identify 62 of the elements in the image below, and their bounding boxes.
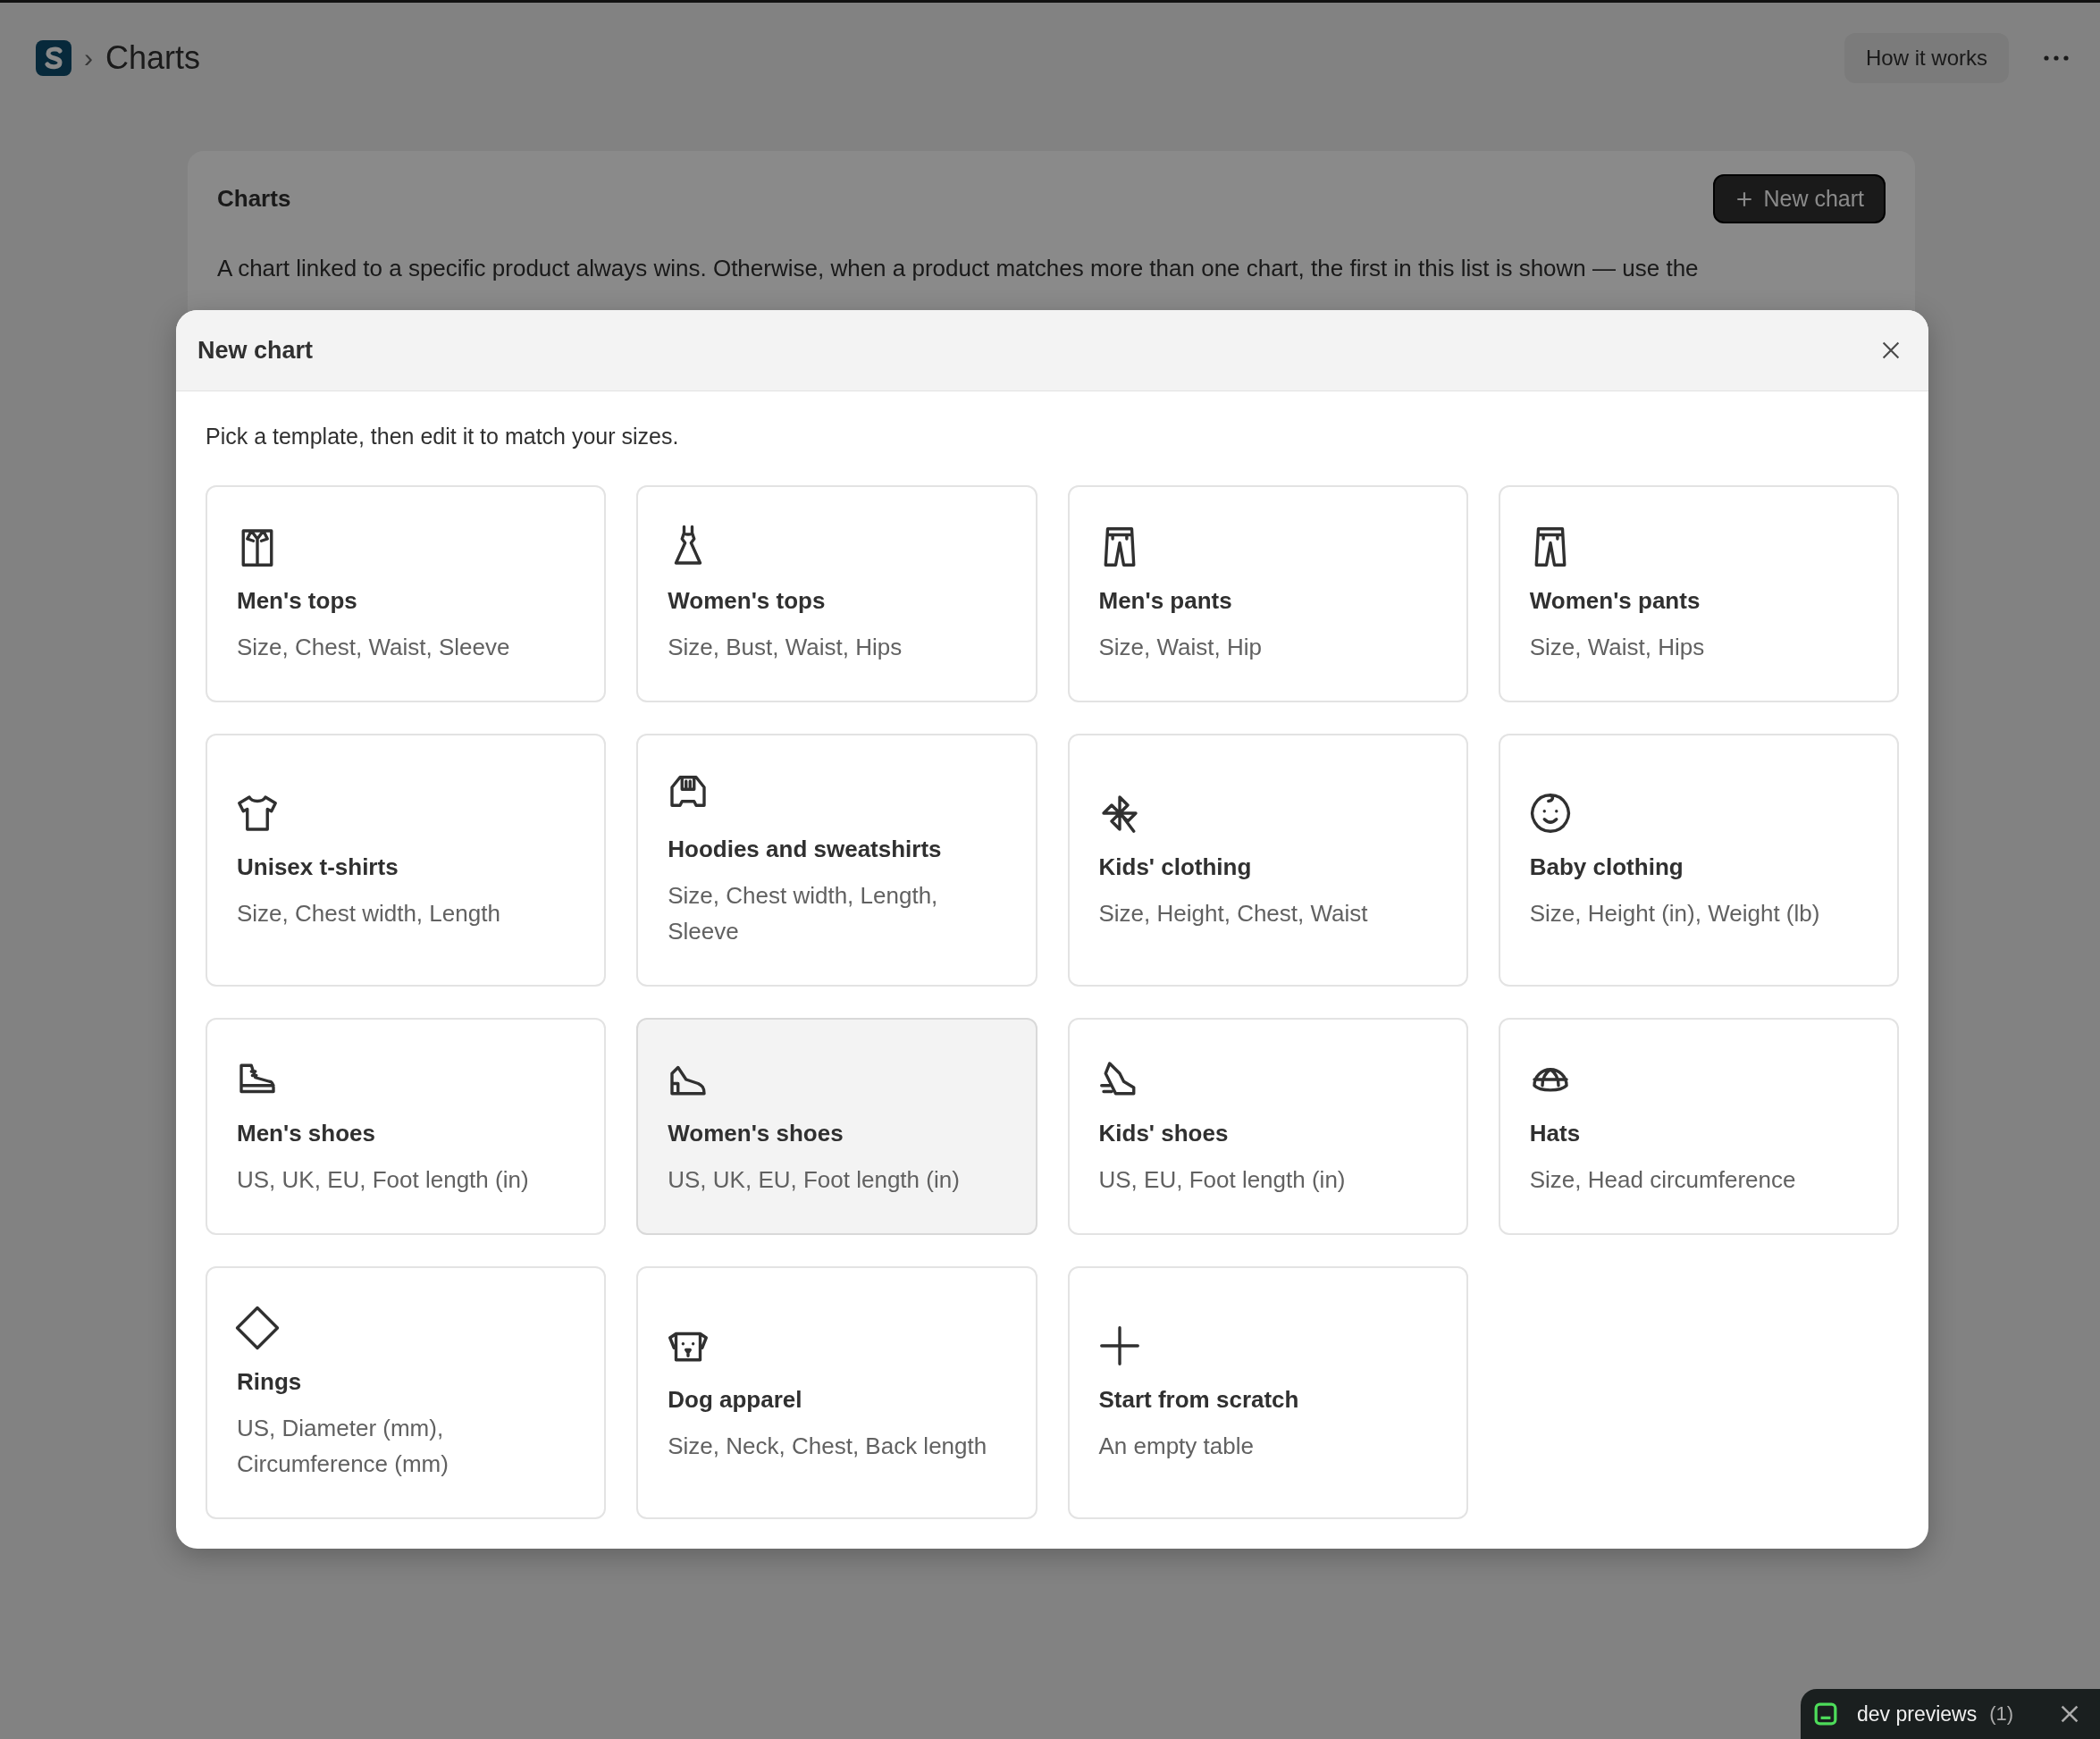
template-title: Start from scratch: [1098, 1386, 1299, 1414]
panel-icon: [1814, 1702, 1837, 1726]
template-fields: Size, Height (in), Weight (lb): [1529, 895, 1820, 931]
page-title: Charts: [105, 39, 201, 77]
template-title: Women's shoes: [668, 1120, 844, 1147]
template-card[interactable]: Women's shoes US, UK, EU, Foot length (in): [636, 1018, 1037, 1235]
app-logo-icon[interactable]: [36, 40, 71, 76]
template-title: Hats: [1529, 1120, 1581, 1147]
how-it-works-button[interactable]: How it works: [1844, 33, 2009, 83]
template-fields: US, EU, Foot length (in): [1098, 1162, 1346, 1197]
template-title: Baby clothing: [1529, 853, 1684, 881]
template-card[interactable]: Men's shoes US, UK, EU, Foot length (in): [206, 1018, 607, 1235]
diamond-icon: [233, 1304, 281, 1352]
dev-previews-label: dev previews: [1857, 1701, 1978, 1726]
template-fields: Size, Head circumference: [1529, 1162, 1796, 1197]
template-card[interactable]: Rings US, Diameter (mm), Circumference (mm): [206, 1266, 607, 1519]
template-fields: US, UK, EU, Foot length (in): [237, 1162, 529, 1197]
template-title: Men's shoes: [237, 1120, 375, 1147]
template-card[interactable]: Kids' shoes US, EU, Foot length (in): [1067, 1018, 1468, 1235]
card-title: Charts: [217, 185, 291, 213]
close-icon[interactable]: [1880, 340, 1902, 361]
template-title: Women's pants: [1529, 587, 1701, 615]
template-fields: Size, Chest width, Length: [237, 895, 500, 931]
template-title: Kids' shoes: [1098, 1120, 1229, 1147]
template-card[interactable]: Hats Size, Head circumference: [1498, 1018, 1899, 1235]
new-chart-button[interactable]: New chart: [1713, 174, 1886, 223]
template-card[interactable]: Women's pants Size, Waist, Hips: [1498, 485, 1899, 702]
dev-previews-count: (1): [1989, 1702, 2014, 1726]
template-card[interactable]: Men's tops Size, Chest, Waist, Sleeve: [206, 485, 607, 702]
more-icon[interactable]: [2043, 55, 2070, 62]
template-fields: Size, Bust, Waist, Hips: [668, 629, 903, 665]
close-icon[interactable]: [2059, 1703, 2080, 1725]
template-card[interactable]: Men's pants Size, Waist, Hip: [1067, 485, 1468, 702]
template-fields: US, UK, EU, Foot length (in): [668, 1162, 960, 1197]
template-title: Hoodies and sweatshirts: [668, 836, 942, 863]
template-fields: US, Diameter (mm), Circumference (mm): [237, 1410, 575, 1482]
template-fields: Size, Chest, Waist, Sleeve: [237, 629, 510, 665]
template-card[interactable]: Hoodies and sweatshirts Size, Chest width, Length, Sleeve: [636, 734, 1037, 987]
template-title: Men's tops: [237, 587, 357, 615]
template-fields: Size, Waist, Hip: [1098, 629, 1263, 665]
template-fields: Size, Neck, Chest, Back length: [668, 1428, 987, 1464]
template-fields: Size, Chest width, Length, Sleeve: [668, 878, 1006, 949]
template-fields: Size, Waist, Hips: [1529, 629, 1705, 665]
dialog-intro: Pick a template, then edit it to match your sizes.: [206, 424, 680, 449]
template-card[interactable]: Baby clothing Size, Height (in), Weight (lb): [1498, 734, 1899, 987]
breadcrumb-separator: ›: [84, 43, 93, 73]
dialog-title: New chart: [197, 336, 314, 365]
template-title: Unisex t-shirts: [237, 853, 399, 881]
template-title: Women's tops: [668, 587, 826, 615]
template-title: Dog apparel: [668, 1386, 802, 1414]
card-description: A chart linked to a specific product always wins. Otherwise, when a product matches more than one chart, the first in this list is shown — use the: [217, 254, 1700, 283]
template-card[interactable]: Women's tops Size, Bust, Waist, Hips: [636, 485, 1037, 702]
template-title: Men's pants: [1098, 587, 1232, 615]
dev-previews-bar[interactable]: dev previews (1): [1801, 1689, 2100, 1739]
template-fields: An empty table: [1098, 1428, 1254, 1464]
template-card[interactable]: Start from scratch An empty table: [1067, 1266, 1468, 1519]
template-card[interactable]: Unisex t-shirts Size, Chest width, Length: [206, 734, 607, 987]
template-title: Rings: [237, 1368, 302, 1396]
template-card[interactable]: Kids' clothing Size, Height, Chest, Waist: [1067, 734, 1468, 987]
template-title: Kids' clothing: [1098, 853, 1252, 881]
template-card[interactable]: Dog apparel Size, Neck, Chest, Back length: [636, 1266, 1037, 1519]
template-fields: Size, Height, Chest, Waist: [1098, 895, 1368, 931]
